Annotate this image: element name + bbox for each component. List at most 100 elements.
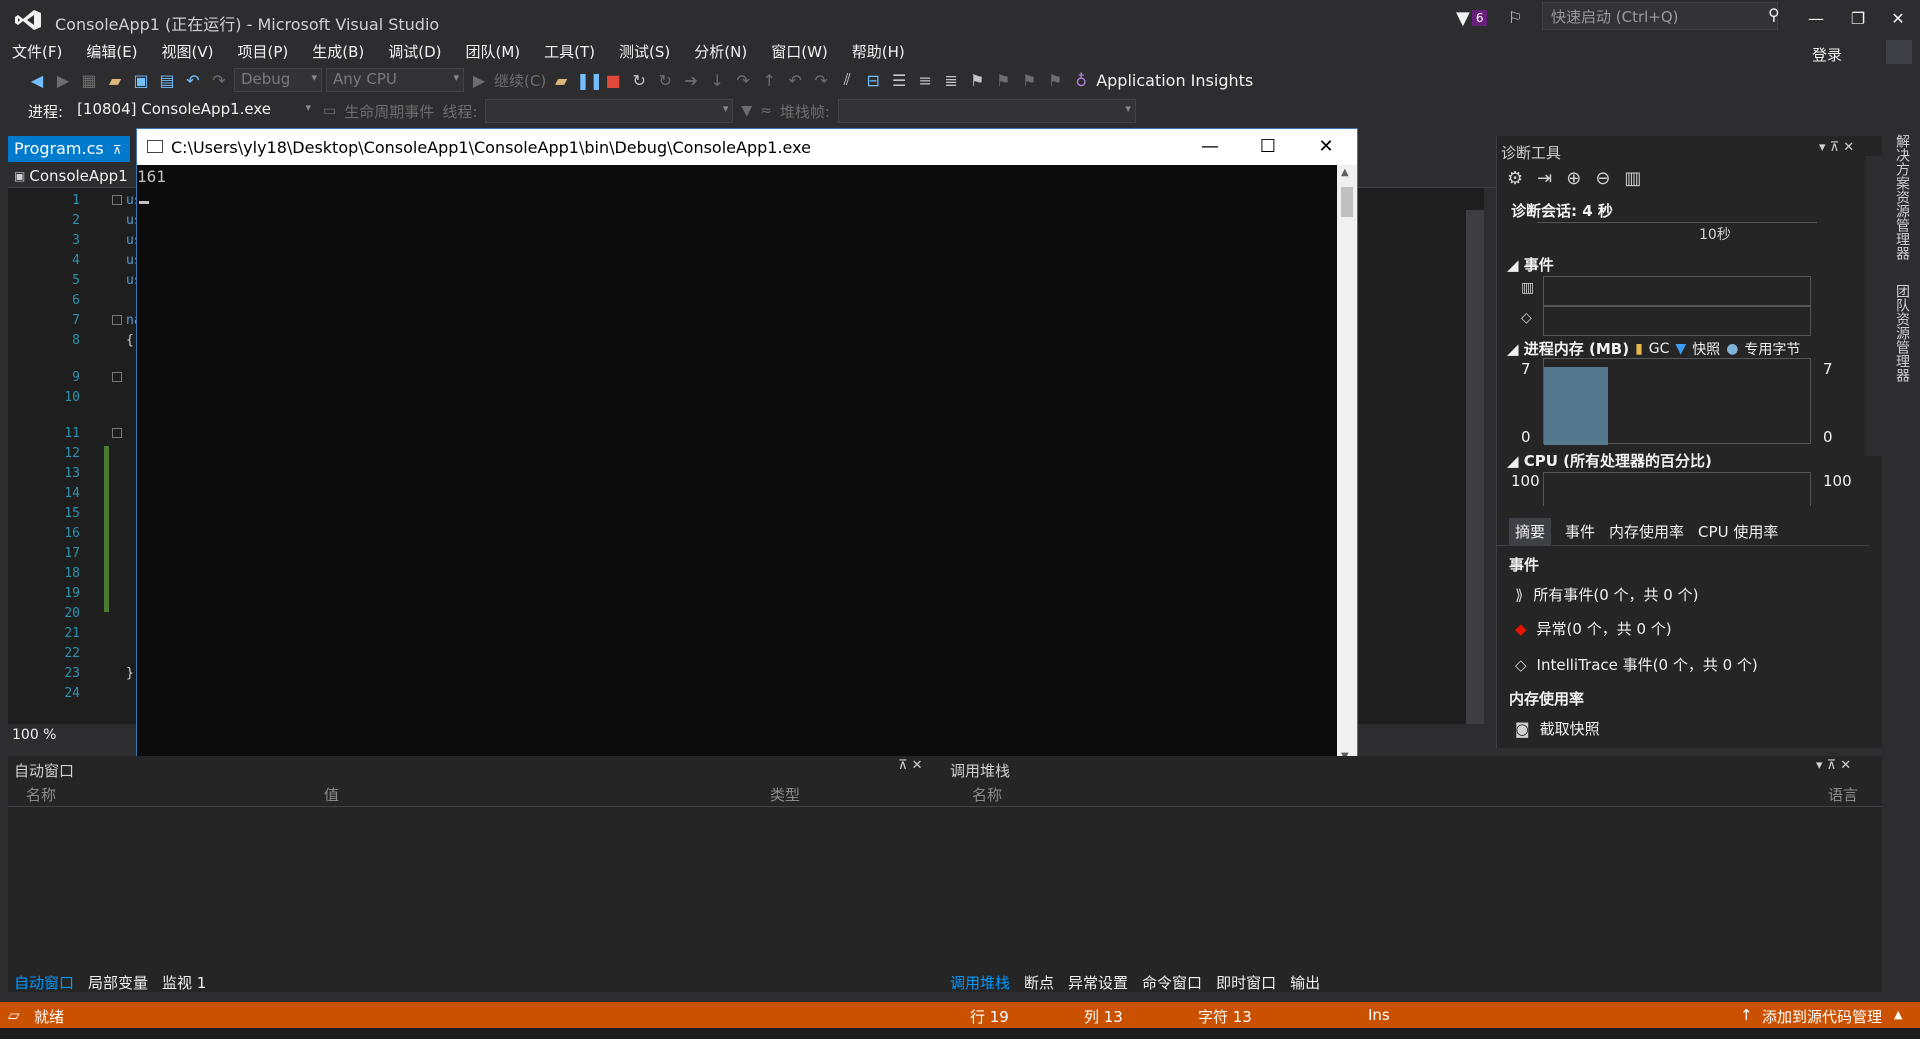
step-over-icon[interactable]: ↷ [732, 71, 754, 90]
bookmark-icon[interactable]: ⚑ [966, 71, 988, 90]
diagnostic-scrollbar[interactable] [1865, 156, 1883, 456]
threads-icon[interactable]: ⊟ [862, 71, 884, 90]
column-name[interactable]: 名称 [972, 784, 1002, 805]
prev-bookmark-icon[interactable]: ⚑ [992, 71, 1014, 90]
solution-config-select[interactable]: Debug [234, 68, 322, 92]
exceptions-link[interactable]: ◆ 异常(0 个，共 0 个) [1515, 618, 1672, 639]
stack-frame-select[interactable] [837, 99, 1136, 123]
column-name[interactable]: 名称 [26, 784, 56, 805]
flag-icon[interactable]: ▼ [741, 103, 752, 119]
console-window[interactable]: C:\Users\yly18\Desktop\ConsoleApp1\Conso… [136, 128, 1358, 768]
new-project-icon[interactable]: ▦ [78, 71, 100, 90]
restart-icon[interactable]: ↻ [628, 71, 650, 90]
tab-summary[interactable]: 摘要 [1509, 518, 1552, 545]
lifecycle-events-button[interactable]: 生命周期事件 [344, 101, 434, 122]
tab-breakpoints[interactable]: 断点 [1024, 972, 1054, 993]
restore-button[interactable]: ❐ [1838, 4, 1878, 34]
step-into-icon[interactable]: ↓ [706, 71, 728, 90]
menu-test[interactable]: 测试(S) [607, 41, 682, 62]
process-select[interactable]: [10804] ConsoleApp1.exe [71, 99, 316, 123]
console-scroll-thumb[interactable] [1341, 187, 1353, 217]
menu-team[interactable]: 团队(M) [454, 41, 533, 62]
project-dropdown[interactable]: ▣ ConsoleApp1 [14, 167, 128, 185]
continue-button[interactable]: 继续(C) [494, 70, 546, 91]
outdent-icon[interactable]: ≣ [940, 71, 962, 90]
tab-watch-1[interactable]: 监视 1 [162, 972, 206, 993]
tab-locals[interactable]: 局部变量 [88, 972, 148, 993]
take-snapshot-button[interactable]: ◙ 截取快照 [1515, 718, 1600, 739]
menu-window[interactable]: 窗口(W) [759, 41, 840, 62]
open-file-icon[interactable]: ▰ [104, 71, 126, 90]
user-avatar-icon[interactable] [1886, 40, 1912, 64]
collapse-toggle[interactable] [112, 195, 122, 205]
reset-view-icon[interactable]: ▥ [1624, 168, 1641, 189]
menu-build[interactable]: 生成(B) [300, 41, 376, 62]
collapse-toggle[interactable] [112, 428, 122, 438]
add-to-source-control-button[interactable]: 添加到源代码管理 [1762, 1006, 1882, 1027]
sign-in-link[interactable]: 登录 [1812, 44, 1842, 65]
console-close-button[interactable]: ✕ [1297, 129, 1355, 165]
save-all-icon[interactable]: ▤ [156, 71, 178, 90]
menu-view[interactable]: 视图(V) [150, 41, 226, 62]
menu-tools[interactable]: 工具(T) [532, 41, 607, 62]
next-bookmark-icon[interactable]: ⚑ [1018, 71, 1040, 90]
comment-icon[interactable]: ☰ [888, 71, 910, 90]
column-value[interactable]: 值 [324, 784, 339, 805]
team-explorer-tab[interactable]: 团队资源管理器 [1892, 284, 1912, 382]
console-scrollbar[interactable]: ▲ ▼ [1337, 165, 1357, 767]
panel-pin-icon[interactable]: ⊼ ✕ [898, 758, 923, 773]
scroll-up-icon[interactable]: ▲ [1341, 167, 1349, 178]
quick-launch-input[interactable]: 快速启动 (Ctrl+Q) [1542, 2, 1778, 30]
tab-events[interactable]: 事件 [1565, 518, 1595, 545]
tab-exception-settings[interactable]: 异常设置 [1068, 972, 1128, 993]
redo-nav-icon[interactable]: ↷ [810, 71, 832, 90]
console-maximize-button[interactable]: ☐ [1239, 129, 1297, 165]
undo-icon[interactable]: ↶ [182, 71, 204, 90]
zoom-in-icon[interactable]: ⊕ [1566, 168, 1581, 189]
menu-edit[interactable]: 编辑(E) [74, 41, 149, 62]
app-insights-icon[interactable]: ♁ [1070, 71, 1092, 90]
save-icon[interactable]: ▣ [130, 71, 152, 90]
chevron-up-icon[interactable]: ▲ [1894, 1008, 1902, 1021]
source-control-icon[interactable]: ↑ [1740, 1006, 1753, 1024]
feedback-icon[interactable]: ⚐ [1508, 8, 1528, 27]
solution-explorer-tab[interactable]: 解决方案资源管理器 [1892, 134, 1912, 260]
close-button[interactable]: ✕ [1878, 4, 1918, 34]
settings-icon[interactable]: ⚙ [1507, 168, 1523, 189]
pause-icon[interactable]: ❚❚ [576, 71, 603, 90]
menu-analyze[interactable]: 分析(N) [682, 41, 759, 62]
forward-icon[interactable]: ▶ [52, 71, 74, 90]
stop-icon[interactable]: ■ [602, 71, 624, 90]
redo-icon[interactable]: ↷ [208, 71, 230, 90]
menu-debug[interactable]: 调试(D) [376, 41, 453, 62]
editor-scrollbar[interactable] [1466, 210, 1484, 724]
export-icon[interactable]: ⇥ [1537, 168, 1552, 189]
tab-command-window[interactable]: 命令窗口 [1142, 972, 1202, 993]
intellitrace-events-link[interactable]: ◇ IntelliTrace 事件(0 个，共 0 个) [1515, 654, 1758, 675]
panel-menu-icon[interactable]: ▾ ⊼ ✕ [1816, 758, 1851, 773]
undo-nav-icon[interactable]: ↶ [784, 71, 806, 90]
tab-program-cs[interactable]: Program.cs ⊼ [8, 136, 130, 162]
zoom-out-icon[interactable]: ⊖ [1595, 168, 1610, 189]
search-icon[interactable]: ⚲ [1768, 5, 1780, 24]
zoom-select[interactable]: 100 % [8, 726, 82, 746]
step-out-icon[interactable]: ↑ [758, 71, 780, 90]
all-events-link[interactable]: ⟫ 所有事件(0 个，共 0 个) [1515, 584, 1698, 605]
menu-file[interactable]: 文件(F) [0, 41, 74, 62]
console-minimize-button[interactable]: — [1181, 129, 1239, 165]
tab-call-stack[interactable]: 调用堆栈 [950, 972, 1010, 993]
tab-memory-usage[interactable]: 内存使用率 [1609, 518, 1684, 545]
hot-reload-icon[interactable]: ↻ [654, 71, 676, 90]
tab-cpu-usage[interactable]: CPU 使用率 [1698, 518, 1778, 545]
collapse-toggle[interactable] [112, 372, 122, 382]
back-icon[interactable]: ◀ [26, 71, 48, 90]
tab-immediate-window[interactable]: 即时窗口 [1216, 972, 1276, 993]
indent-icon[interactable]: ≡ [914, 71, 936, 90]
timeline-ruler[interactable] [1537, 222, 1817, 252]
collapse-toggle[interactable] [112, 315, 122, 325]
cpu-chart[interactable] [1543, 472, 1811, 506]
notifications-button[interactable]: ▼ 6 [1456, 6, 1488, 30]
continue-icon[interactable]: ▶ [468, 71, 490, 90]
clear-bookmarks-icon[interactable]: ⚑ [1044, 71, 1066, 90]
platform-select[interactable]: Any CPU [326, 68, 464, 92]
